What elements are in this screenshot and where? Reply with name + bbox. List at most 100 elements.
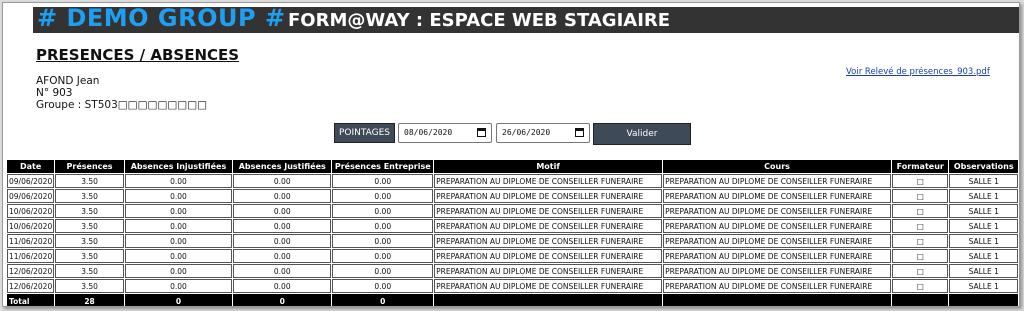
table-header-row: Date Présences Absences Injustifiées Absenc… bbox=[7, 160, 1018, 173]
cell-formateur: □ bbox=[892, 249, 949, 263]
cell-presences-entreprise: 0.00 bbox=[332, 264, 434, 278]
cell-presences-entreprise: 0.00 bbox=[332, 189, 434, 203]
cell-observations: SALLE 1 bbox=[949, 219, 1018, 233]
pointages-button[interactable]: POINTAGES bbox=[334, 123, 395, 143]
column-header-absences-injustifiees: Absences Injustifiées bbox=[124, 160, 233, 173]
student-name: AFOND Jean bbox=[36, 75, 100, 87]
total-cell-observations bbox=[949, 294, 1018, 306]
attendance-pdf-link[interactable]: Voir Relevé de présences_903.pdf bbox=[846, 67, 990, 77]
total-cell-presences: 28 bbox=[55, 294, 124, 306]
cell-absences-justifiees: 0.00 bbox=[233, 174, 332, 188]
total-cell-absences-injustifiees: 0 bbox=[124, 294, 233, 306]
brand-title: # DEMO GROUP # bbox=[37, 4, 286, 32]
cell-cours: PREPARATION AU DIPLOME DE CONSEILLER FUN… bbox=[663, 234, 892, 248]
cell-absences-injustifiees: 0.00 bbox=[124, 264, 233, 278]
cell-absences-injustifiees: 0.00 bbox=[124, 174, 233, 188]
cell-date: 09/06/2020 bbox=[7, 174, 55, 188]
cell-observations: SALLE 1 bbox=[949, 249, 1018, 263]
page-frame: # DEMO GROUP # FORM@WAY : ESPACE WEB STA… bbox=[2, 2, 1020, 307]
cell-absences-justifiees: 0.00 bbox=[233, 264, 332, 278]
table-row: 11/06/2020 3.50 0.00 0.00 0.00 PREPARATION AU… bbox=[7, 234, 1018, 248]
column-header-absences-justifiees: Absences Justifiées bbox=[233, 160, 332, 173]
total-cell-motif bbox=[434, 294, 663, 306]
cell-observations: SALLE 1 bbox=[949, 204, 1018, 218]
column-header-presences: Présences bbox=[55, 160, 124, 173]
cell-absences-injustifiees: 0.00 bbox=[124, 189, 233, 203]
cell-cours: PREPARATION AU DIPLOME DE CONSEILLER FUN… bbox=[663, 249, 892, 263]
total-cell-presences-entreprise: 0 bbox=[332, 294, 434, 306]
cell-presences-entreprise: 0.00 bbox=[332, 219, 434, 233]
cell-presences: 3.50 bbox=[55, 279, 124, 293]
cell-observations: SALLE 1 bbox=[949, 234, 1018, 248]
cell-cours: PREPARATION AU DIPLOME DE CONSEILLER FUN… bbox=[663, 219, 892, 233]
student-number: N° 903 bbox=[36, 87, 73, 99]
date-from-value: 08/06/2020 bbox=[404, 128, 453, 137]
cell-presences: 3.50 bbox=[55, 219, 124, 233]
calendar-icon[interactable] bbox=[477, 128, 486, 137]
calendar-icon[interactable] bbox=[575, 128, 584, 137]
cell-presences-entreprise: 0.00 bbox=[332, 204, 434, 218]
cell-motif: PREPARATION AU DIPLOME DE CONSEILLER FUN… bbox=[434, 219, 663, 233]
cell-absences-injustifiees: 0.00 bbox=[124, 219, 233, 233]
column-header-formateur: Formateur bbox=[892, 160, 949, 173]
cell-date: 10/06/2020 bbox=[7, 204, 55, 218]
cell-formateur: □ bbox=[892, 234, 949, 248]
cell-presences-entreprise: 0.00 bbox=[332, 249, 434, 263]
column-header-cours: Cours bbox=[663, 160, 892, 173]
column-header-observations: Observations bbox=[949, 160, 1018, 173]
cell-formateur: □ bbox=[892, 219, 949, 233]
cell-absences-injustifiees: 0.00 bbox=[124, 249, 233, 263]
cell-date: 11/06/2020 bbox=[7, 249, 55, 263]
table-row: 09/06/2020 3.50 0.00 0.00 0.00 PREPARATION AU… bbox=[7, 174, 1018, 188]
cell-date: 11/06/2020 bbox=[7, 234, 55, 248]
cell-presences-entreprise: 0.00 bbox=[332, 174, 434, 188]
cell-presences: 3.50 bbox=[55, 204, 124, 218]
total-cell-absences-justifiees: 0 bbox=[233, 294, 332, 306]
column-header-motif: Motif bbox=[434, 160, 663, 173]
table-row: 10/06/2020 3.50 0.00 0.00 0.00 PREPARATION AU… bbox=[7, 219, 1018, 233]
cell-date: 10/06/2020 bbox=[7, 219, 55, 233]
cell-absences-justifiees: 0.00 bbox=[233, 189, 332, 203]
cell-cours: PREPARATION AU DIPLOME DE CONSEILLER FUN… bbox=[663, 174, 892, 188]
cell-observations: SALLE 1 bbox=[949, 279, 1018, 293]
cell-motif: PREPARATION AU DIPLOME DE CONSEILLER FUN… bbox=[434, 249, 663, 263]
cell-absences-justifiees: 0.00 bbox=[233, 204, 332, 218]
table-row: 12/06/2020 3.50 0.00 0.00 0.00 PREPARATION AU… bbox=[7, 264, 1018, 278]
cell-absences-justifiees: 0.00 bbox=[233, 219, 332, 233]
total-cell-formateur bbox=[892, 294, 949, 306]
cell-date: 09/06/2020 bbox=[7, 189, 55, 203]
cell-date: 12/06/2020 bbox=[7, 279, 55, 293]
table-row: 09/06/2020 3.50 0.00 0.00 0.00 PREPARATION AU… bbox=[7, 189, 1018, 203]
cell-absences-injustifiees: 0.00 bbox=[124, 234, 233, 248]
date-to-input[interactable]: 26/06/2020 bbox=[496, 123, 590, 143]
cell-presences: 3.50 bbox=[55, 174, 124, 188]
cell-absences-justifiees: 0.00 bbox=[233, 234, 332, 248]
cell-presences: 3.50 bbox=[55, 234, 124, 248]
cell-motif: PREPARATION AU DIPLOME DE CONSEILLER FUN… bbox=[434, 234, 663, 248]
cell-observations: SALLE 1 bbox=[949, 264, 1018, 278]
total-cell-date: Total bbox=[7, 294, 55, 306]
cell-motif: PREPARATION AU DIPLOME DE CONSEILLER FUN… bbox=[434, 174, 663, 188]
cell-cours: PREPARATION AU DIPLOME DE CONSEILLER FUN… bbox=[663, 279, 892, 293]
table-row: 12/06/2020 3.50 0.00 0.00 0.00 PREPARATION AU… bbox=[7, 279, 1018, 293]
cell-cours: PREPARATION AU DIPLOME DE CONSEILLER FUN… bbox=[663, 189, 892, 203]
cell-cours: PREPARATION AU DIPLOME DE CONSEILLER FUN… bbox=[663, 204, 892, 218]
cell-absences-injustifiees: 0.00 bbox=[124, 204, 233, 218]
cell-absences-injustifiees: 0.00 bbox=[124, 279, 233, 293]
column-header-presences-entreprise: Présences Entreprise bbox=[332, 160, 434, 173]
cell-formateur: □ bbox=[892, 264, 949, 278]
total-cell-cours bbox=[663, 294, 892, 306]
validate-button[interactable]: Valider bbox=[593, 123, 691, 145]
cell-date: 12/06/2020 bbox=[7, 264, 55, 278]
cell-observations: SALLE 1 bbox=[949, 174, 1018, 188]
cell-formateur: □ bbox=[892, 204, 949, 218]
cell-absences-justifiees: 0.00 bbox=[233, 279, 332, 293]
cell-formateur: □ bbox=[892, 174, 949, 188]
attendance-table: Date Présences Absences Injustifiées Absenc… bbox=[6, 159, 1019, 306]
student-group: Groupe : ST503□□□□□□□□□ bbox=[36, 99, 208, 111]
table-row: 10/06/2020 3.50 0.00 0.00 0.00 PREPARATION AU… bbox=[7, 204, 1018, 218]
cell-formateur: □ bbox=[892, 279, 949, 293]
header-banner: # DEMO GROUP # FORM@WAY : ESPACE WEB STA… bbox=[33, 4, 1019, 33]
date-from-input[interactable]: 08/06/2020 bbox=[398, 123, 492, 143]
cell-presences: 3.50 bbox=[55, 189, 124, 203]
